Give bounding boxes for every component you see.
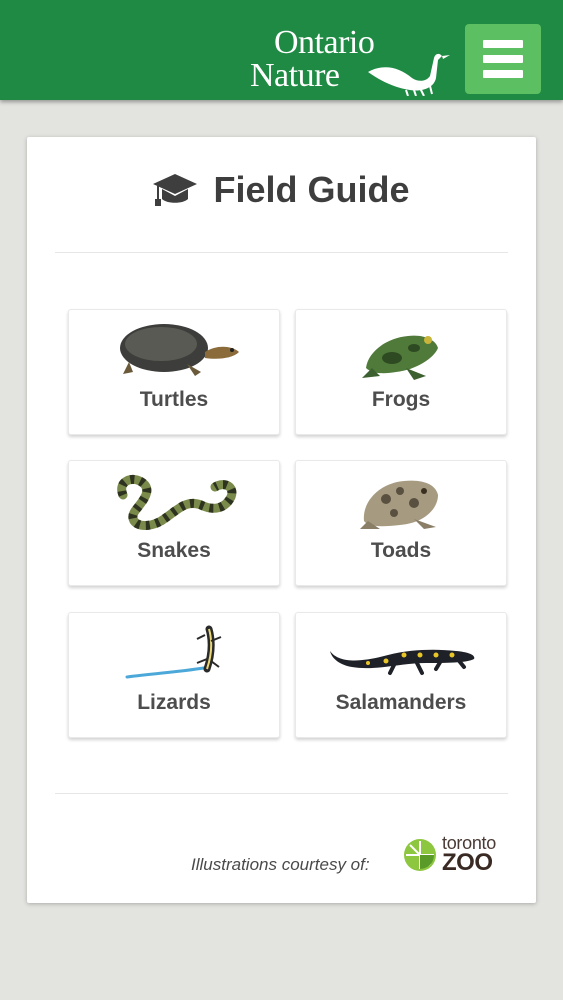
footer-divider xyxy=(55,793,508,794)
category-label: Turtles xyxy=(139,388,209,411)
heron-icon xyxy=(368,53,450,96)
title-row: Field Guide xyxy=(27,165,536,215)
lizard-icon xyxy=(125,625,222,679)
toad-icon xyxy=(360,480,438,529)
category-label: Salamanders xyxy=(335,691,467,714)
menu-bar-icon xyxy=(483,40,523,48)
zoo-leaf-icon xyxy=(404,839,436,871)
zoo-line2: ZOO xyxy=(442,849,493,876)
title-divider xyxy=(55,252,508,253)
ontario-nature-logo[interactable]: Ontario Nature xyxy=(250,26,450,96)
category-label: Frogs xyxy=(371,388,431,411)
category-tile-lizards[interactable]: Lizards xyxy=(68,612,280,738)
category-tile-snakes[interactable]: Snakes xyxy=(68,460,280,586)
menu-bar-icon xyxy=(483,70,523,78)
graduation-cap-icon xyxy=(153,174,198,206)
page-title: Field Guide xyxy=(213,169,410,210)
category-tile-toads[interactable]: Toads xyxy=(295,460,507,586)
illustration-credit: Illustrations courtesy of: xyxy=(191,855,370,874)
frog-icon xyxy=(362,335,438,380)
app-header: Ontario Nature xyxy=(0,0,563,100)
category-tile-frogs[interactable]: Frogs xyxy=(295,309,507,435)
category-tile-salamanders[interactable]: Salamanders xyxy=(295,612,507,738)
category-label: Snakes xyxy=(137,539,211,562)
toronto-zoo-logo[interactable]: toronto ZOO xyxy=(402,833,512,877)
category-label: Toads xyxy=(370,539,432,562)
turtle-icon xyxy=(120,324,239,376)
logo-line2: Nature xyxy=(250,57,340,94)
salamander-icon xyxy=(330,649,475,675)
category-label: Lizards xyxy=(137,691,211,714)
menu-button[interactable] xyxy=(465,24,541,94)
field-guide-card: Field Guide Turtles Frogs Snakes Toads L… xyxy=(27,137,536,903)
menu-bar-icon xyxy=(483,55,523,63)
snake-icon xyxy=(117,475,237,530)
category-tile-turtles[interactable]: Turtles xyxy=(68,309,280,435)
